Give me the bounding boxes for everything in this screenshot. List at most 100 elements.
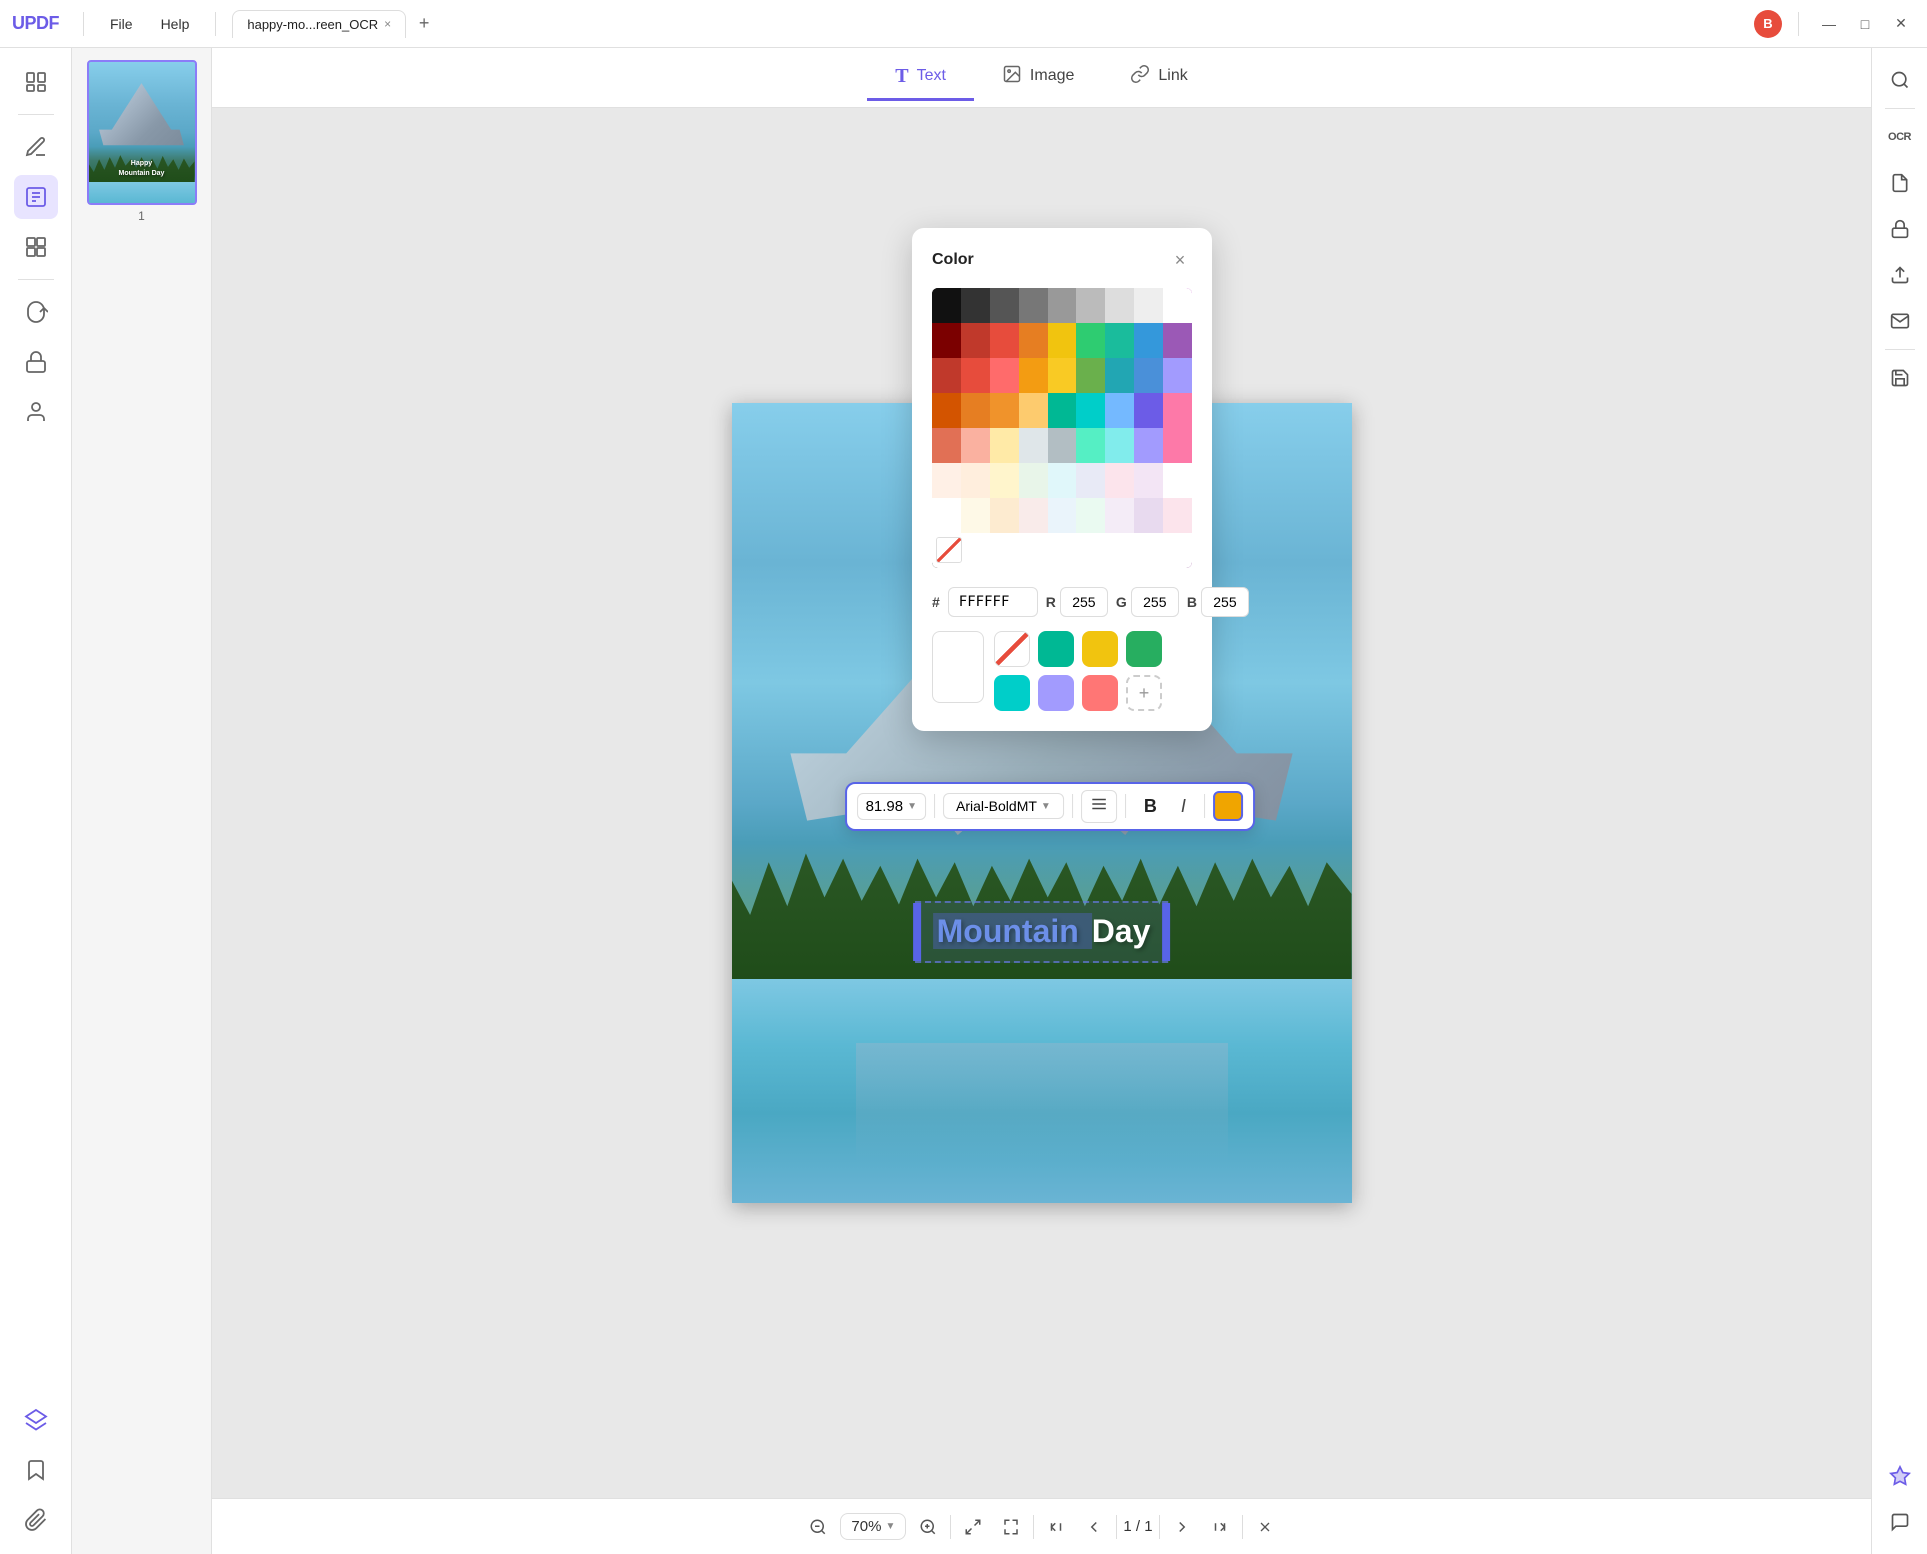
cp-color-grid-overlay[interactable] [932, 288, 1192, 568]
menu-help[interactable]: Help [151, 12, 200, 36]
tab-close-btn[interactable]: × [384, 17, 391, 31]
cp-cell[interactable] [1134, 288, 1163, 323]
cp-preset-yellow[interactable] [1082, 631, 1118, 667]
cp-cell[interactable] [1048, 393, 1077, 428]
cp-cell[interactable] [961, 533, 1192, 568]
rs-search-btn[interactable] [1880, 60, 1920, 100]
cp-cell[interactable] [990, 463, 1019, 498]
cp-preset-green[interactable] [1126, 631, 1162, 667]
cp-cell[interactable] [1076, 393, 1105, 428]
cp-cell[interactable] [1105, 323, 1134, 358]
cp-cell[interactable] [1105, 358, 1134, 393]
rs-save-btn[interactable] [1880, 358, 1920, 398]
rs-rewards-btn[interactable] [1880, 1456, 1920, 1496]
tab-current[interactable]: happy-mo...reen_OCR × [232, 10, 406, 38]
cp-cell[interactable] [1076, 463, 1105, 498]
italic-btn[interactable]: I [1171, 792, 1196, 821]
cp-r-input[interactable] [1060, 587, 1108, 617]
cp-cell[interactable] [1134, 358, 1163, 393]
zoom-in-btn[interactable] [912, 1511, 944, 1543]
cp-cell[interactable] [990, 498, 1019, 533]
cp-cell[interactable] [1134, 323, 1163, 358]
cp-b-input[interactable] [1201, 587, 1249, 617]
cp-cell[interactable] [1163, 323, 1192, 358]
cp-cell[interactable] [1076, 288, 1105, 323]
cp-cell[interactable] [1019, 323, 1048, 358]
cp-cell[interactable] [1134, 393, 1163, 428]
cp-cell[interactable] [1163, 428, 1192, 463]
cp-cell[interactable] [961, 498, 990, 533]
cp-cell[interactable] [1048, 428, 1077, 463]
cp-cell[interactable] [1048, 323, 1077, 358]
cp-cell[interactable] [1134, 498, 1163, 533]
next-page-btn[interactable] [1166, 1511, 1198, 1543]
text-word-day[interactable]: Day [1092, 913, 1151, 949]
cp-cell[interactable] [932, 428, 961, 463]
cp-cell[interactable] [1048, 463, 1077, 498]
cp-cell[interactable] [932, 463, 961, 498]
cp-cell[interactable] [1019, 428, 1048, 463]
cp-cell[interactable] [1105, 428, 1134, 463]
cp-cell[interactable] [961, 358, 990, 393]
text-handle-right[interactable] [1162, 903, 1170, 961]
sidebar-item-sign[interactable] [14, 390, 58, 434]
first-page-btn[interactable] [1040, 1511, 1072, 1543]
cp-cell[interactable] [932, 288, 961, 323]
sidebar-item-bookmark[interactable] [14, 1448, 58, 1492]
cp-preset-pink[interactable] [1082, 675, 1118, 711]
text-color-btn[interactable] [1213, 791, 1243, 821]
cp-cell[interactable] [1019, 393, 1048, 428]
zoom-out-btn[interactable] [802, 1511, 834, 1543]
cp-cell[interactable] [1076, 428, 1105, 463]
cp-cell[interactable] [932, 498, 961, 533]
zoom-level-selector[interactable]: 70% ▼ [840, 1513, 906, 1540]
text-handle-left[interactable] [913, 903, 921, 961]
cp-cell[interactable] [1048, 288, 1077, 323]
cp-cell[interactable] [1019, 498, 1048, 533]
rs-export-btn[interactable] [1880, 255, 1920, 295]
sidebar-item-annotate[interactable] [14, 125, 58, 169]
cp-cell[interactable] [961, 393, 990, 428]
text-word-mountain[interactable]: Mountain [933, 913, 1092, 949]
sidebar-item-protect[interactable] [14, 340, 58, 384]
cp-cell[interactable] [932, 358, 961, 393]
rs-organize-btn[interactable] [1880, 163, 1920, 203]
cp-close-btn[interactable]: × [1168, 248, 1192, 272]
cp-cell[interactable] [1105, 463, 1134, 498]
cp-hex-input[interactable] [948, 587, 1038, 617]
tab-link[interactable]: Link [1102, 54, 1215, 102]
cp-cell[interactable] [1105, 498, 1134, 533]
cp-preset-cyan[interactable] [994, 675, 1030, 711]
cp-cell[interactable] [990, 323, 1019, 358]
thumbnail-item[interactable]: Happy Mountain Day 1 [87, 60, 197, 223]
cp-cell[interactable] [1048, 498, 1077, 533]
sidebar-item-read[interactable] [14, 60, 58, 104]
rs-email-btn[interactable] [1880, 301, 1920, 341]
bold-btn[interactable]: B [1134, 792, 1167, 821]
fit-width-btn[interactable] [995, 1511, 1027, 1543]
menu-file[interactable]: File [100, 12, 143, 36]
cp-cell[interactable] [1076, 358, 1105, 393]
cp-cell[interactable] [1019, 463, 1048, 498]
cp-cell[interactable] [1019, 288, 1048, 323]
cp-cell[interactable] [1105, 288, 1134, 323]
last-page-btn[interactable] [1204, 1511, 1236, 1543]
sidebar-item-organize[interactable] [14, 225, 58, 269]
cp-cell[interactable] [961, 463, 990, 498]
thumbnail-image[interactable]: Happy Mountain Day [87, 60, 197, 205]
rs-ocr-btn[interactable]: OCR [1880, 117, 1920, 157]
cp-cell[interactable] [961, 323, 990, 358]
cp-cell[interactable] [990, 288, 1019, 323]
cp-cell[interactable] [1134, 463, 1163, 498]
cp-preset-teal[interactable] [1038, 631, 1074, 667]
prev-page-btn[interactable] [1078, 1511, 1110, 1543]
user-avatar[interactable]: B [1754, 10, 1782, 38]
cp-g-input[interactable] [1131, 587, 1179, 617]
cp-cell[interactable] [932, 533, 961, 568]
cp-cell[interactable] [1076, 323, 1105, 358]
cp-spectrum-container[interactable] [932, 288, 1192, 573]
rs-protect-btn[interactable] [1880, 209, 1920, 249]
font-size-selector[interactable]: 81.98 ▼ [857, 793, 926, 820]
cp-cell[interactable] [990, 393, 1019, 428]
sidebar-item-convert[interactable] [14, 290, 58, 334]
